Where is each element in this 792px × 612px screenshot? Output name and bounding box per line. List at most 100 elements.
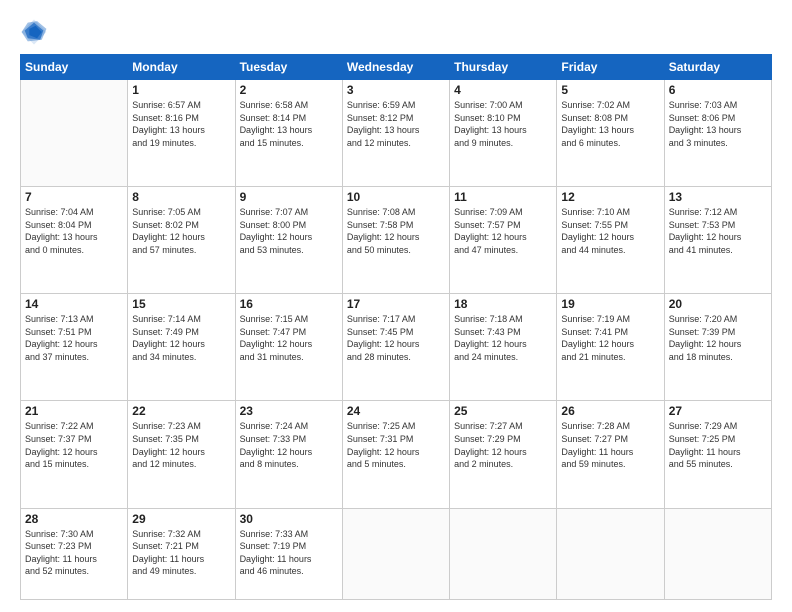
day-number: 1 bbox=[132, 83, 230, 97]
day-number: 6 bbox=[669, 83, 767, 97]
day-info: Sunrise: 7:00 AM Sunset: 8:10 PM Dayligh… bbox=[454, 99, 552, 149]
day-info: Sunrise: 7:25 AM Sunset: 7:31 PM Dayligh… bbox=[347, 420, 445, 470]
day-number: 23 bbox=[240, 404, 338, 418]
calendar-table: SundayMondayTuesdayWednesdayThursdayFrid… bbox=[20, 54, 772, 600]
calendar-cell: 1 Sunrise: 6:57 AM Sunset: 8:16 PM Daylig… bbox=[128, 80, 235, 187]
day-number: 14 bbox=[25, 297, 123, 311]
day-number: 16 bbox=[240, 297, 338, 311]
calendar-cell: 10 Sunrise: 7:08 AM Sunset: 7:58 PM Dayli… bbox=[342, 187, 449, 294]
calendar-cell: 27 Sunrise: 7:29 AM Sunset: 7:25 PM Dayli… bbox=[664, 401, 771, 508]
calendar-cell bbox=[450, 508, 557, 599]
day-number: 27 bbox=[669, 404, 767, 418]
calendar-cell: 26Sunrise: 7:28 AM Sunset: 7:27 PM Dayli… bbox=[557, 401, 664, 508]
calendar-cell: 18 Sunrise: 7:18 AM Sunset: 7:43 PM Dayli… bbox=[450, 294, 557, 401]
day-info: Sunrise: 6:57 AM Sunset: 8:16 PM Dayligh… bbox=[132, 99, 230, 149]
calendar-cell bbox=[557, 508, 664, 599]
day-number: 12 bbox=[561, 190, 659, 204]
day-info: Sunrise: 7:14 AM Sunset: 7:49 PM Dayligh… bbox=[132, 313, 230, 363]
calendar-cell: 19 Sunrise: 7:19 AM Sunset: 7:41 PM Dayli… bbox=[557, 294, 664, 401]
day-info: Sunrise: 7:20 AM Sunset: 7:39 PM Dayligh… bbox=[669, 313, 767, 363]
day-number: 13 bbox=[669, 190, 767, 204]
day-info: Sunrise: 7:19 AM Sunset: 7:41 PM Dayligh… bbox=[561, 313, 659, 363]
day-info: Sunrise: 7:27 AM Sunset: 7:29 PM Dayligh… bbox=[454, 420, 552, 470]
day-info: Sunrise: 6:59 AM Sunset: 8:12 PM Dayligh… bbox=[347, 99, 445, 149]
day-info: Sunrise: 7:18 AM Sunset: 7:43 PM Dayligh… bbox=[454, 313, 552, 363]
calendar-cell: 11Sunrise: 7:09 AM Sunset: 7:57 PM Dayli… bbox=[450, 187, 557, 294]
calendar-cell: 6 Sunrise: 7:03 AM Sunset: 8:06 PM Daylig… bbox=[664, 80, 771, 187]
day-info: Sunrise: 7:22 AM Sunset: 7:37 PM Dayligh… bbox=[25, 420, 123, 470]
day-number: 26 bbox=[561, 404, 659, 418]
day-number: 19 bbox=[561, 297, 659, 311]
day-number: 3 bbox=[347, 83, 445, 97]
calendar-cell: 4 Sunrise: 7:00 AM Sunset: 8:10 PM Daylig… bbox=[450, 80, 557, 187]
calendar-cell: 30 Sunrise: 7:33 AM Sunset: 7:19 PM Dayli… bbox=[235, 508, 342, 599]
day-of-week-header: Friday bbox=[557, 55, 664, 80]
calendar-cell: 7 Sunrise: 7:04 AM Sunset: 8:04 PM Daylig… bbox=[21, 187, 128, 294]
calendar-cell: 12 Sunrise: 7:10 AM Sunset: 7:55 PM Dayli… bbox=[557, 187, 664, 294]
calendar-cell: 16 Sunrise: 7:15 AM Sunset: 7:47 PM Dayli… bbox=[235, 294, 342, 401]
day-info: Sunrise: 7:12 AM Sunset: 7:53 PM Dayligh… bbox=[669, 206, 767, 256]
day-of-week-header: Saturday bbox=[664, 55, 771, 80]
day-info: Sunrise: 7:30 AM Sunset: 7:23 PM Dayligh… bbox=[25, 528, 123, 578]
day-of-week-header: Wednesday bbox=[342, 55, 449, 80]
calendar-cell: 22Sunrise: 7:23 AM Sunset: 7:35 PM Dayli… bbox=[128, 401, 235, 508]
day-info: Sunrise: 7:05 AM Sunset: 8:02 PM Dayligh… bbox=[132, 206, 230, 256]
calendar-week-row: 1 Sunrise: 6:57 AM Sunset: 8:16 PM Daylig… bbox=[21, 80, 772, 187]
day-number: 21 bbox=[25, 404, 123, 418]
day-info: Sunrise: 7:13 AM Sunset: 7:51 PM Dayligh… bbox=[25, 313, 123, 363]
header bbox=[20, 18, 772, 46]
day-info: Sunrise: 7:03 AM Sunset: 8:06 PM Dayligh… bbox=[669, 99, 767, 149]
day-number: 4 bbox=[454, 83, 552, 97]
day-info: Sunrise: 7:04 AM Sunset: 8:04 PM Dayligh… bbox=[25, 206, 123, 256]
day-number: 20 bbox=[669, 297, 767, 311]
day-number: 29 bbox=[132, 512, 230, 526]
day-info: Sunrise: 7:08 AM Sunset: 7:58 PM Dayligh… bbox=[347, 206, 445, 256]
calendar-cell: 23 Sunrise: 7:24 AM Sunset: 7:33 PM Dayli… bbox=[235, 401, 342, 508]
calendar-cell: 28 Sunrise: 7:30 AM Sunset: 7:23 PM Dayli… bbox=[21, 508, 128, 599]
calendar-cell: 2Sunrise: 6:58 AM Sunset: 8:14 PM Daylig… bbox=[235, 80, 342, 187]
day-number: 8 bbox=[132, 190, 230, 204]
calendar-cell: 15 Sunrise: 7:14 AM Sunset: 7:49 PM Dayli… bbox=[128, 294, 235, 401]
day-of-week-header: Tuesday bbox=[235, 55, 342, 80]
calendar-cell: 14 Sunrise: 7:13 AM Sunset: 7:51 PM Dayli… bbox=[21, 294, 128, 401]
day-number: 9 bbox=[240, 190, 338, 204]
calendar-cell: 24Sunrise: 7:25 AM Sunset: 7:31 PM Dayli… bbox=[342, 401, 449, 508]
day-number: 22 bbox=[132, 404, 230, 418]
calendar-cell: 8 Sunrise: 7:05 AM Sunset: 8:02 PM Daylig… bbox=[128, 187, 235, 294]
day-info: Sunrise: 6:58 AM Sunset: 8:14 PM Dayligh… bbox=[240, 99, 338, 149]
day-number: 5 bbox=[561, 83, 659, 97]
day-info: Sunrise: 7:29 AM Sunset: 7:25 PM Dayligh… bbox=[669, 420, 767, 470]
day-info: Sunrise: 7:17 AM Sunset: 7:45 PM Dayligh… bbox=[347, 313, 445, 363]
day-number: 15 bbox=[132, 297, 230, 311]
calendar-cell: 20 Sunrise: 7:20 AM Sunset: 7:39 PM Dayli… bbox=[664, 294, 771, 401]
calendar-week-row: 14 Sunrise: 7:13 AM Sunset: 7:51 PM Dayli… bbox=[21, 294, 772, 401]
day-number: 18 bbox=[454, 297, 552, 311]
calendar-cell: 3 Sunrise: 6:59 AM Sunset: 8:12 PM Daylig… bbox=[342, 80, 449, 187]
day-info: Sunrise: 7:10 AM Sunset: 7:55 PM Dayligh… bbox=[561, 206, 659, 256]
calendar-cell bbox=[664, 508, 771, 599]
calendar-cell: 5Sunrise: 7:02 AM Sunset: 8:08 PM Daylig… bbox=[557, 80, 664, 187]
day-info: Sunrise: 7:09 AM Sunset: 7:57 PM Dayligh… bbox=[454, 206, 552, 256]
day-of-week-header: Thursday bbox=[450, 55, 557, 80]
calendar-cell: 21 Sunrise: 7:22 AM Sunset: 7:37 PM Dayli… bbox=[21, 401, 128, 508]
day-info: Sunrise: 7:24 AM Sunset: 7:33 PM Dayligh… bbox=[240, 420, 338, 470]
calendar-week-row: 21 Sunrise: 7:22 AM Sunset: 7:37 PM Dayli… bbox=[21, 401, 772, 508]
day-number: 7 bbox=[25, 190, 123, 204]
day-of-week-header: Sunday bbox=[21, 55, 128, 80]
logo-icon bbox=[20, 18, 48, 46]
day-number: 28 bbox=[25, 512, 123, 526]
calendar-cell: 9Sunrise: 7:07 AM Sunset: 8:00 PM Daylig… bbox=[235, 187, 342, 294]
day-info: Sunrise: 7:33 AM Sunset: 7:19 PM Dayligh… bbox=[240, 528, 338, 578]
logo bbox=[20, 18, 52, 46]
calendar-week-row: 7 Sunrise: 7:04 AM Sunset: 8:04 PM Daylig… bbox=[21, 187, 772, 294]
day-info: Sunrise: 7:32 AM Sunset: 7:21 PM Dayligh… bbox=[132, 528, 230, 578]
day-number: 10 bbox=[347, 190, 445, 204]
calendar-cell bbox=[21, 80, 128, 187]
calendar-cell: 17Sunrise: 7:17 AM Sunset: 7:45 PM Dayli… bbox=[342, 294, 449, 401]
day-info: Sunrise: 7:15 AM Sunset: 7:47 PM Dayligh… bbox=[240, 313, 338, 363]
day-number: 30 bbox=[240, 512, 338, 526]
calendar-cell: 29 Sunrise: 7:32 AM Sunset: 7:21 PM Dayli… bbox=[128, 508, 235, 599]
days-header-row: SundayMondayTuesdayWednesdayThursdayFrid… bbox=[21, 55, 772, 80]
calendar-cell: 13 Sunrise: 7:12 AM Sunset: 7:53 PM Dayli… bbox=[664, 187, 771, 294]
calendar-cell: 25Sunrise: 7:27 AM Sunset: 7:29 PM Dayli… bbox=[450, 401, 557, 508]
